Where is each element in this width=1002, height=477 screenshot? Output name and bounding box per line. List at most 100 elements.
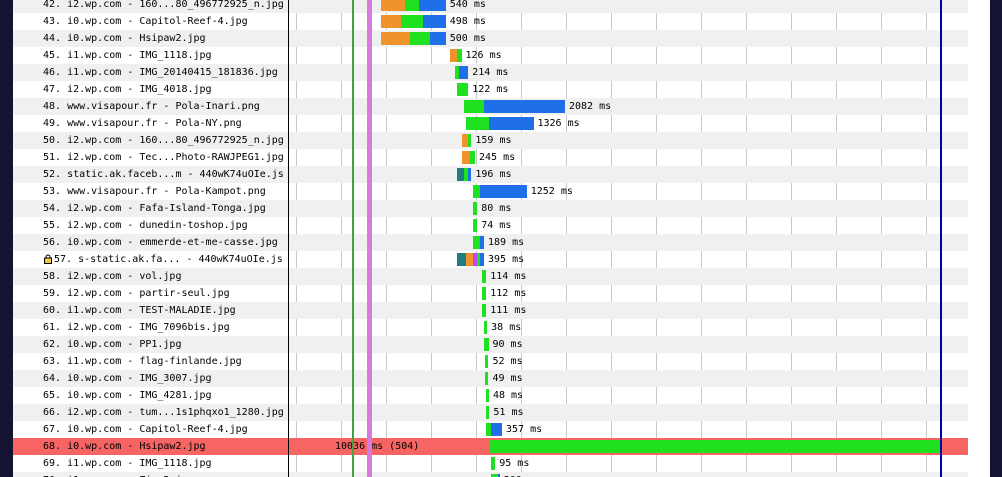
timing-bar-ttfb <box>484 355 489 368</box>
request-duration: 114 ms <box>490 271 527 282</box>
timing-bar-ttfb <box>484 321 488 334</box>
request-duration: 245 ms <box>479 152 516 163</box>
request-row[interactable]: 55. i2.wp.com - dunedin-toshop.jpg 74 ms <box>13 217 968 234</box>
timing-bar-download <box>418 0 446 11</box>
request-duration: 1252 ms <box>530 186 573 197</box>
timing-bar-download <box>479 185 527 198</box>
timing-bar-connect <box>461 134 469 147</box>
request-duration: 95 ms <box>499 458 530 469</box>
request-label: 42. i2.wp.com - 160...80_496772925_n.jpg <box>43 0 284 10</box>
timing-bar-connect <box>380 32 410 45</box>
request-duration: 90 ms <box>492 339 523 350</box>
request-row[interactable]: 53. www.visapour.fr - Pola-Kampot.png 125… <box>13 183 968 200</box>
request-row[interactable]: 42. i2.wp.com - 160...80_496772925_n.jpg… <box>13 0 968 13</box>
request-label: 61. i2.wp.com - IMG_7096bis.jpg <box>43 322 230 333</box>
request-label: 60. i1.wp.com - TEST-MALADIE.jpg <box>43 305 236 316</box>
request-row[interactable]: 58. i2.wp.com - vol.jpg 114 ms <box>13 268 968 285</box>
request-label: 55. i2.wp.com - dunedin-toshop.jpg <box>43 220 248 231</box>
request-duration: 214 ms <box>472 67 509 78</box>
dom-content-loaded-marker <box>367 0 372 477</box>
request-duration: 80 ms <box>481 203 512 214</box>
request-duration: 500 ms <box>449 33 486 44</box>
request-duration: 189 ms <box>488 237 525 248</box>
timing-bar-download <box>488 117 534 130</box>
request-row[interactable]: 59. i2.wp.com - partir-seul.jpg 112 ms <box>13 285 968 302</box>
request-row[interactable]: 52. static.ak.faceb...m - 440wK74uOIe.js… <box>13 166 968 183</box>
request-label: 44. i0.wp.com - Hsipaw2.jpg <box>43 33 206 44</box>
timing-bar-ttfb <box>485 389 489 402</box>
request-label: 68. i0.wp.com - Hsipaw2.jpg <box>43 441 206 452</box>
request-label: 67. i0.wp.com - Capitol-Reef-4.jpg <box>43 424 248 435</box>
error-duration-text: 10036 ms (504) <box>335 441 420 452</box>
request-row[interactable]: 47. i2.wp.com - IMG_4018.jpg 122 ms <box>13 81 968 98</box>
timing-bar-ttfb <box>472 236 480 249</box>
request-duration: 540 ms <box>449 0 486 10</box>
request-duration: 111 ms <box>490 305 527 316</box>
timing-bar-connect <box>450 49 457 62</box>
request-row[interactable]: 61. i2.wp.com - IMG_7096bis.jpg 38 ms <box>13 319 968 336</box>
request-label: 47. i2.wp.com - IMG_4018.jpg <box>43 84 212 95</box>
waterfall-panel: 42. i2.wp.com - 160...80_496772925_n.jpg… <box>13 0 990 477</box>
request-duration: 38 ms <box>491 322 522 333</box>
timing-bar-ttfb <box>481 287 487 300</box>
timing-bar-ttfb <box>481 270 487 283</box>
request-row[interactable]: 69. i1.wp.com - IMG_1118.jpg 95 ms <box>13 455 968 472</box>
timing-bar-download <box>430 32 446 45</box>
request-duration: 2082 ms <box>569 101 612 112</box>
request-row[interactable]: 43. i0.wp.com - Capitol-Reef-4.jpg 498 ms <box>13 13 968 30</box>
timing-bar-ttfb <box>469 151 475 164</box>
request-label: 49. www.visapour.fr - Pola-NY.png <box>43 118 242 129</box>
request-label: 50. i2.wp.com - 160...80_496772925_n.jpg <box>43 135 284 146</box>
request-row-error[interactable]: 68. i0.wp.com - Hsipaw2.jpg 10036 ms (504… <box>13 438 968 455</box>
request-row[interactable]: 65. i0.wp.com - IMG_4281.jpg 48 ms <box>13 387 968 404</box>
request-label: 46. i1.wp.com - IMG_20140415_181836.jpg <box>43 67 278 78</box>
request-duration: 52 ms <box>492 356 523 367</box>
request-duration: 122 ms <box>472 84 509 95</box>
request-row[interactable]: 45. i1.wp.com - IMG_1118.jpg 126 ms <box>13 47 968 64</box>
request-label: 59. i2.wp.com - partir-seul.jpg <box>43 288 230 299</box>
request-label: 52. static.ak.faceb...m - 440wK74uOIe.js <box>43 169 284 180</box>
request-label: 48. www.visapour.fr - Pola-Inari.png <box>43 101 260 112</box>
request-row[interactable]: 51. i2.wp.com - Tec...Photo-RAWJPEG1.jpg… <box>13 149 968 166</box>
request-row[interactable]: 49. www.visapour.fr - Pola-NY.png 1326 ms <box>13 115 968 132</box>
request-row[interactable]: 56. i0.wp.com - emmerde-et-me-casse.jpg 1… <box>13 234 968 251</box>
timing-bar-ttfb <box>405 0 419 11</box>
timing-bar-ttfb <box>484 372 489 385</box>
request-row[interactable]: 63. i1.wp.com - flag-finlande.jpg 52 ms <box>13 353 968 370</box>
request-label: 70. i1.wp.com - Zion2.jpg <box>13 472 288 477</box>
request-row[interactable]: 54. i2.wp.com - Fafa-Island-Tonga.jpg 80 … <box>13 200 968 217</box>
waterfall-rows: 42. i2.wp.com - 160...80_496772925_n.jpg… <box>13 0 990 477</box>
timing-bar-ttfb <box>490 457 496 470</box>
request-row[interactable]: 44. i0.wp.com - Hsipaw2.jpg 500 ms <box>13 30 968 47</box>
request-row[interactable]: 62. i0.wp.com - PP1.jpg 90 ms <box>13 336 968 353</box>
request-duration: 159 ms <box>475 135 512 146</box>
request-row[interactable]: 66. i2.wp.com - tum...1s1phqxo1_1280.jpg… <box>13 404 968 421</box>
request-row[interactable]: 57. s-static.ak.fa... - 440wK74uOIe.js 39… <box>13 251 968 268</box>
timing-bar-connect <box>466 253 473 266</box>
request-label: 65. i0.wp.com - IMG_4281.jpg <box>43 390 212 401</box>
request-row[interactable]: 48. www.visapour.fr - Pola-Inari.png 2082… <box>13 98 968 115</box>
timing-bar-ttfb <box>468 134 472 147</box>
request-row[interactable]: 46. i1.wp.com - IMG_20140415_181836.jpg 2… <box>13 64 968 81</box>
request-duration: 200 ms <box>504 472 540 477</box>
timing-bar-connect <box>380 0 406 11</box>
request-row[interactable]: 50. i2.wp.com - 160...80_496772925_n.jpg… <box>13 132 968 149</box>
timing-bar-ttfb <box>486 406 490 419</box>
request-row[interactable]: 67. i0.wp.com - Capitol-Reef-4.jpg 357 ms <box>13 421 968 438</box>
request-duration: 196 ms <box>475 169 512 180</box>
timing-bar-ttfb <box>457 83 469 96</box>
request-duration: 498 ms <box>449 16 486 27</box>
request-duration: 74 ms <box>481 220 512 231</box>
timing-bar-download <box>484 100 565 113</box>
request-row[interactable]: 64. i0.wp.com - IMG_3007.jpg 49 ms <box>13 370 968 387</box>
request-row[interactable]: 70. i1.wp.com - Zion2.jpg 200 ms <box>13 472 968 477</box>
timing-bar-ttfb <box>472 202 478 215</box>
lock-icon <box>44 254 52 264</box>
request-label: 56. i0.wp.com - emmerde-et-me-casse.jpg <box>43 237 278 248</box>
timing-bar-dns <box>457 168 464 181</box>
timing-bar-ttfb <box>457 49 462 62</box>
timing-bar-ttfb <box>400 15 424 28</box>
label-column-divider <box>288 0 289 477</box>
request-label: 58. i2.wp.com - vol.jpg <box>43 271 182 282</box>
request-row[interactable]: 60. i1.wp.com - TEST-MALADIE.jpg 111 ms <box>13 302 968 319</box>
